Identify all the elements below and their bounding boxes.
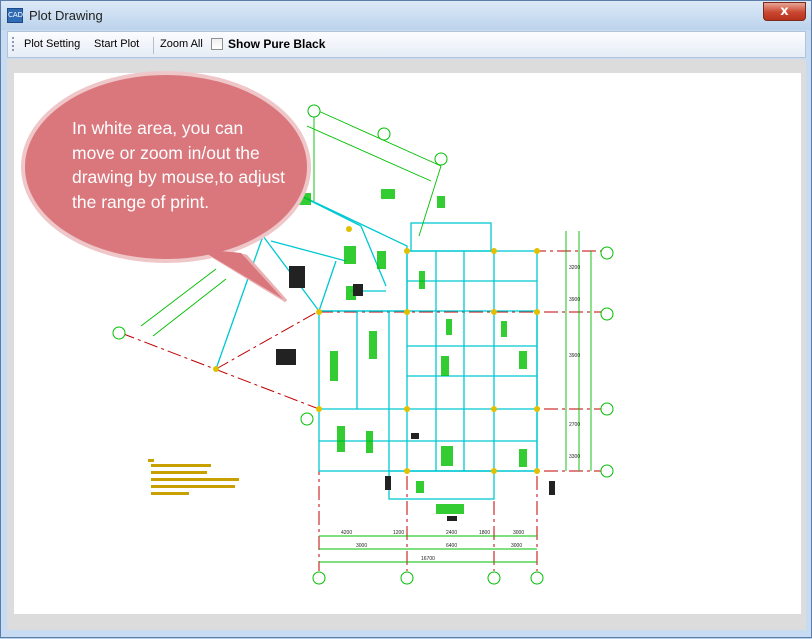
callout-text: In white area, you can move or zoom in/o… (72, 118, 286, 212)
cad-app-icon: CAD (7, 8, 23, 23)
toolbar-grip-icon[interactable] (12, 37, 14, 53)
close-button[interactable]: x (763, 2, 806, 21)
toolbar: Plot Setting Start Plot Zoom All Show Pu… (7, 31, 806, 58)
zoom-all-button[interactable]: Zoom All (160, 38, 203, 50)
start-plot-button[interactable]: Start Plot (94, 38, 139, 50)
title-bar[interactable]: CAD Plot Drawing x (1, 1, 811, 30)
plot-drawing-window: CAD Plot Drawing x Plot Setting Start Pl… (0, 0, 812, 638)
show-pure-black-label[interactable]: Show Pure Black (228, 37, 325, 51)
plot-setting-button[interactable]: Plot Setting (24, 38, 80, 50)
window-title: Plot Drawing (29, 8, 103, 23)
show-pure-black-checkbox[interactable] (211, 38, 223, 50)
toolbar-separator (153, 37, 154, 54)
